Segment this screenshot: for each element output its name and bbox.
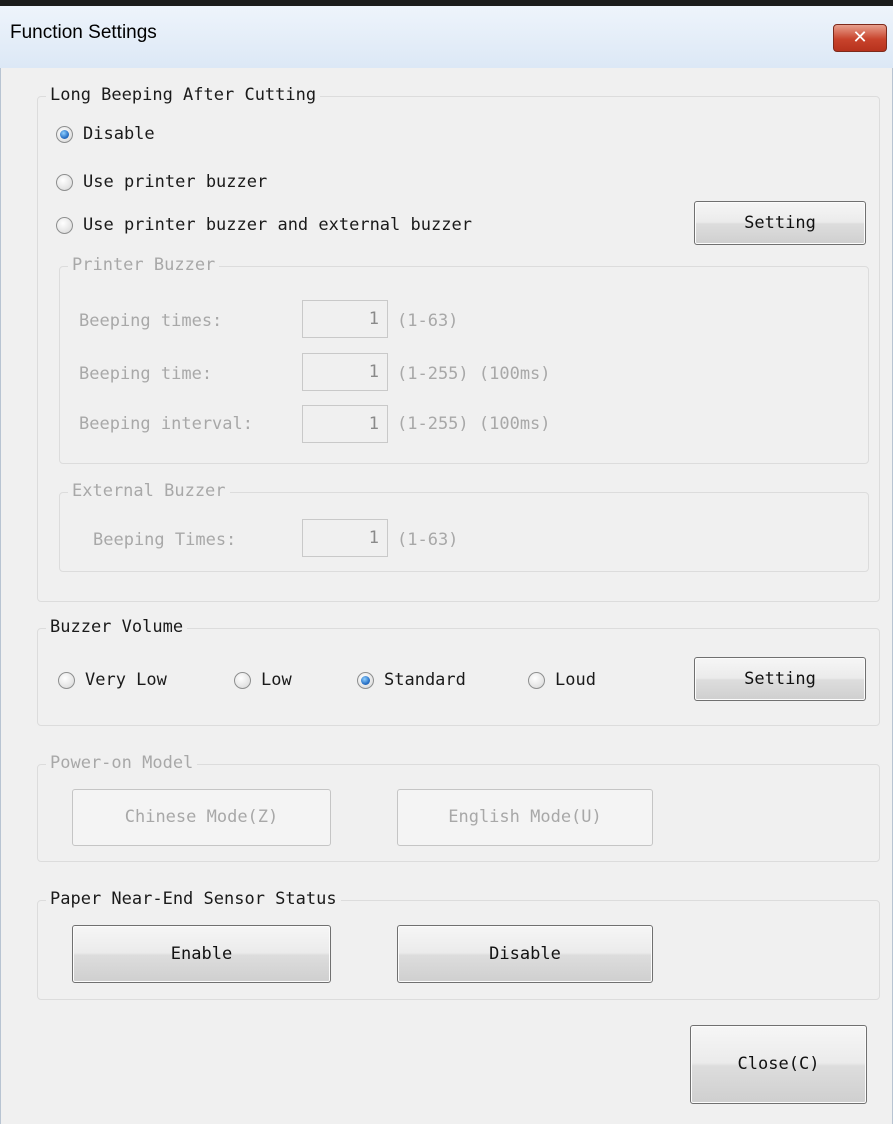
disable-button[interactable]: Disable [397, 925, 653, 983]
enable-label: Enable [170, 944, 233, 964]
radio-standard[interactable]: Standard [357, 670, 466, 690]
beeping-times-label: Beeping times: [79, 311, 223, 331]
long-beeping-setting-button[interactable]: Setting [694, 201, 866, 245]
external-buzzer-group-title: External Buzzer [68, 481, 230, 501]
radio-button-icon[interactable] [357, 671, 374, 689]
radio-button-icon[interactable] [56, 173, 73, 191]
english-mode-label: English Mode(U) [448, 807, 602, 827]
close-icon: ✕ [852, 27, 868, 48]
power-on-model-group-title: Power-on Model [46, 753, 198, 773]
beeping-time-range: (1-255) (100ms) [397, 364, 551, 384]
close-button-label: Close(C) [737, 1054, 820, 1074]
radio-button-icon[interactable] [234, 671, 251, 689]
radio-very-low-label: Very Low [85, 670, 167, 690]
beeping-time-field[interactable]: 1 [302, 353, 388, 391]
radio-disable[interactable]: Disable [56, 124, 155, 144]
radio-use-printer-buzzer[interactable]: Use printer buzzer [56, 172, 267, 192]
chinese-mode-label: Chinese Mode(Z) [124, 807, 279, 827]
radio-low-label: Low [261, 670, 292, 690]
close-button[interactable]: Close(C) [690, 1025, 867, 1104]
long-beeping-group-title: Long Beeping After Cutting [46, 85, 321, 105]
enable-button[interactable]: Enable [72, 925, 331, 983]
paper-sensor-group-title: Paper Near-End Sensor Status [46, 889, 341, 909]
beeping-interval-range: (1-255) (100ms) [397, 414, 551, 434]
external-beeping-times-label: Beeping Times: [93, 530, 237, 550]
chinese-mode-button[interactable]: Chinese Mode(Z) [72, 789, 331, 846]
radio-use-printer-and-external-buzzer[interactable]: Use printer buzzer and external buzzer [56, 215, 472, 235]
dialog-body: Long Beeping After Cutting Disable Use p… [0, 68, 893, 1124]
buzzer-volume-setting-label: Setting [744, 669, 816, 689]
beeping-interval-field[interactable]: 1 [302, 405, 388, 443]
radio-low[interactable]: Low [234, 670, 292, 690]
external-beeping-times-range: (1-63) [397, 530, 459, 550]
radio-button-icon[interactable] [528, 671, 545, 689]
buzzer-volume-group-title: Buzzer Volume [46, 617, 188, 637]
radio-use-printer-and-external-buzzer-label: Use printer buzzer and external buzzer [83, 215, 472, 235]
disable-label: Disable [489, 944, 561, 964]
title-bar: Function Settings ✕ [0, 0, 893, 68]
close-window-button[interactable]: ✕ [833, 24, 887, 52]
beeping-time-label: Beeping time: [79, 364, 213, 384]
beeping-interval-label: Beeping interval: [79, 414, 253, 434]
radio-loud[interactable]: Loud [528, 670, 596, 690]
long-beeping-setting-label: Setting [744, 213, 816, 233]
beeping-times-field[interactable]: 1 [302, 300, 388, 338]
buzzer-volume-setting-button[interactable]: Setting [694, 657, 866, 701]
window-title: Function Settings [10, 22, 157, 43]
radio-button-icon[interactable] [58, 671, 75, 689]
english-mode-button[interactable]: English Mode(U) [397, 789, 653, 846]
radio-standard-label: Standard [384, 670, 466, 690]
printer-buzzer-group-title: Printer Buzzer [68, 255, 220, 275]
radio-button-icon[interactable] [56, 216, 73, 234]
radio-use-printer-buzzer-label: Use printer buzzer [83, 172, 268, 192]
radio-disable-label: Disable [83, 124, 155, 144]
radio-button-icon[interactable] [56, 125, 73, 143]
beeping-times-range: (1-63) [397, 311, 459, 331]
radio-very-low[interactable]: Very Low [58, 670, 167, 690]
external-beeping-times-field[interactable]: 1 [302, 519, 388, 557]
radio-loud-label: Loud [555, 670, 596, 690]
